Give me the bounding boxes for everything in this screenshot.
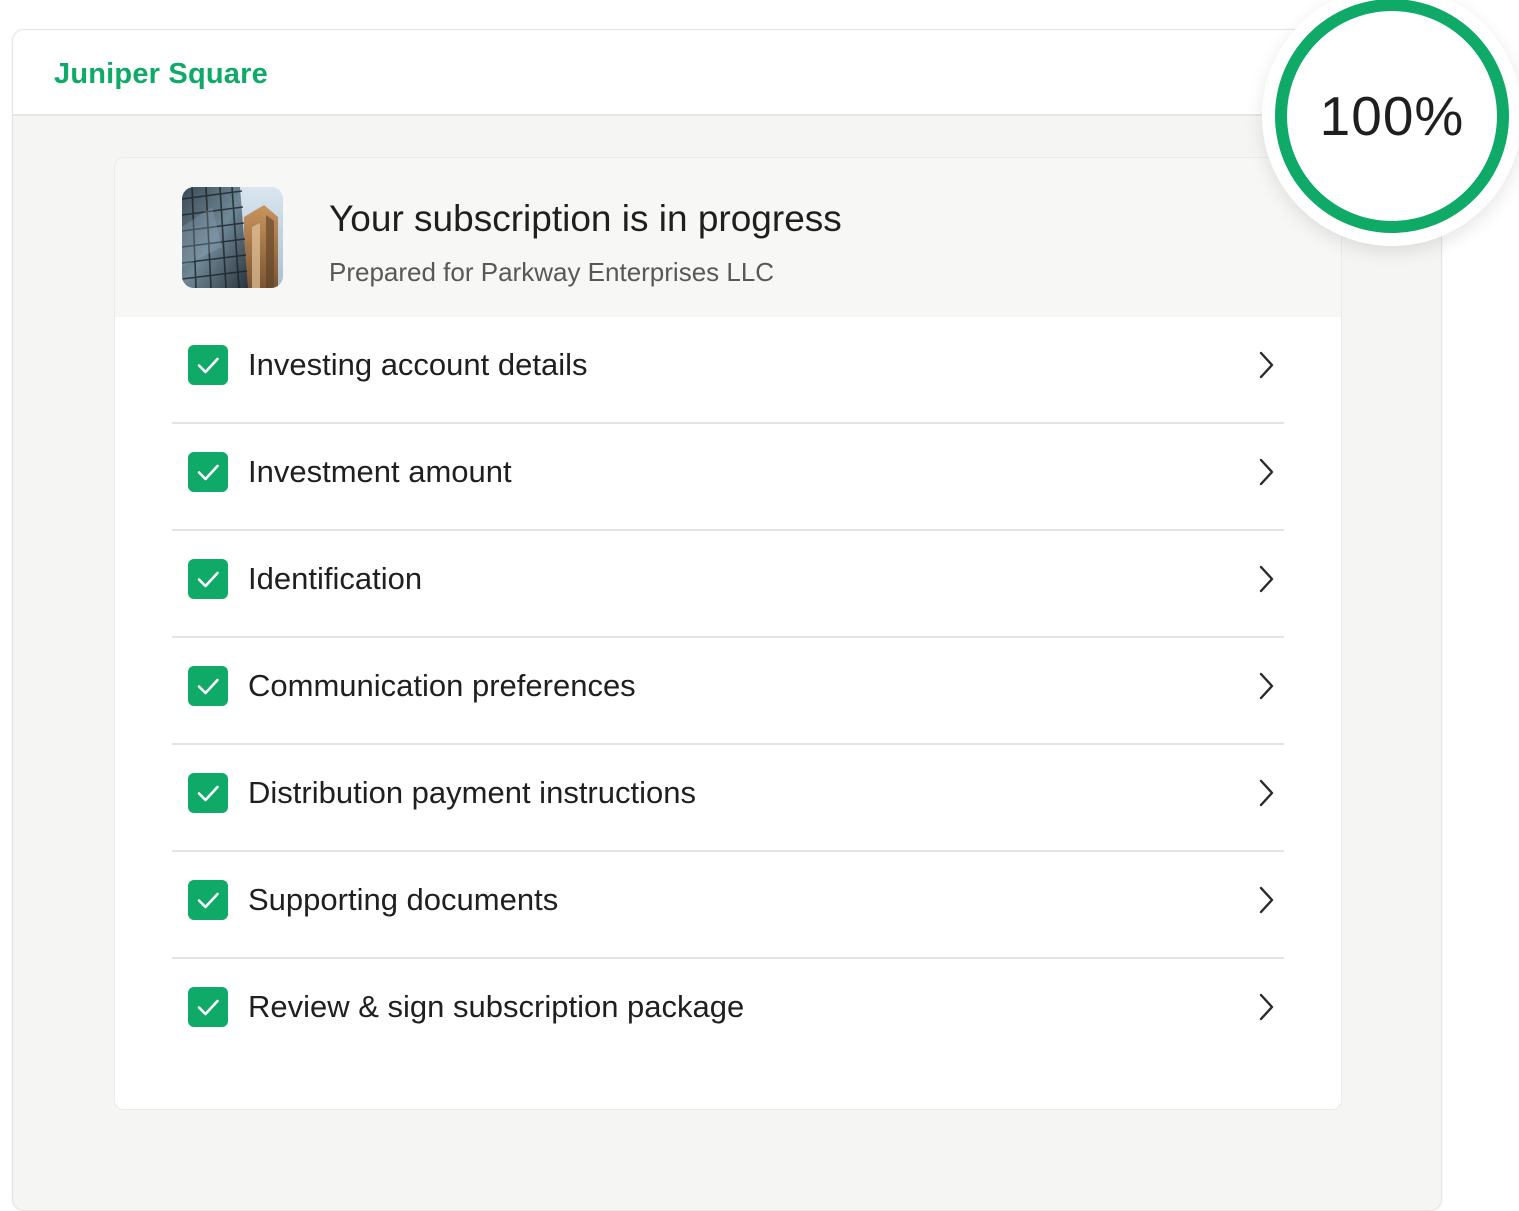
check-icon (188, 773, 228, 813)
chevron-right-icon[interactable] (1256, 349, 1276, 381)
chevron-right-icon[interactable] (1256, 991, 1276, 1023)
step-row[interactable]: Review & sign subscription package (172, 959, 1284, 1066)
chevron-right-icon[interactable] (1256, 777, 1276, 809)
chevron-right-icon[interactable] (1256, 884, 1276, 916)
step-label: Review & sign subscription package (248, 989, 745, 1024)
step-label: Supporting documents (248, 882, 559, 917)
step-row[interactable]: Investing account details (172, 317, 1284, 424)
step-label: Identification (248, 561, 423, 596)
step-label: Investment amount (248, 454, 512, 489)
step-row[interactable]: Distribution payment instructions (172, 745, 1284, 852)
building-photo-icon (182, 187, 283, 288)
top-bar: Juniper Square (13, 30, 1441, 116)
step-row[interactable]: Investment amount (172, 424, 1284, 531)
check-icon (188, 880, 228, 920)
check-icon (188, 559, 228, 599)
app-window: Juniper Square Your subscription is in p… (12, 29, 1442, 1211)
step-label: Investing account details (248, 347, 588, 382)
brand-logo[interactable]: Juniper Square (54, 58, 268, 91)
check-icon (188, 987, 228, 1027)
step-row[interactable]: Identification (172, 531, 1284, 638)
check-icon (188, 345, 228, 385)
subscription-title: Your subscription is in progress (329, 198, 842, 239)
progress-percent: 100% (1319, 85, 1465, 147)
subscription-header: Your subscription is in progress Prepare… (115, 158, 1341, 317)
step-list: Investing account details Investment amou… (172, 317, 1284, 1066)
check-icon (188, 452, 228, 492)
step-label: Distribution payment instructions (248, 775, 696, 810)
offering-image (182, 187, 283, 288)
subscription-card: Your subscription is in progress Prepare… (114, 157, 1342, 1110)
chevron-right-icon[interactable] (1256, 670, 1276, 702)
step-label: Communication preferences (248, 668, 636, 703)
progress-badge: 100% (1262, 0, 1519, 246)
step-row[interactable]: Supporting documents (172, 852, 1284, 959)
chevron-right-icon[interactable] (1256, 563, 1276, 595)
subscription-subtitle: Prepared for Parkway Enterprises LLC (329, 257, 775, 287)
check-icon (188, 666, 228, 706)
step-row[interactable]: Communication preferences (172, 638, 1284, 745)
chevron-right-icon[interactable] (1256, 456, 1276, 488)
